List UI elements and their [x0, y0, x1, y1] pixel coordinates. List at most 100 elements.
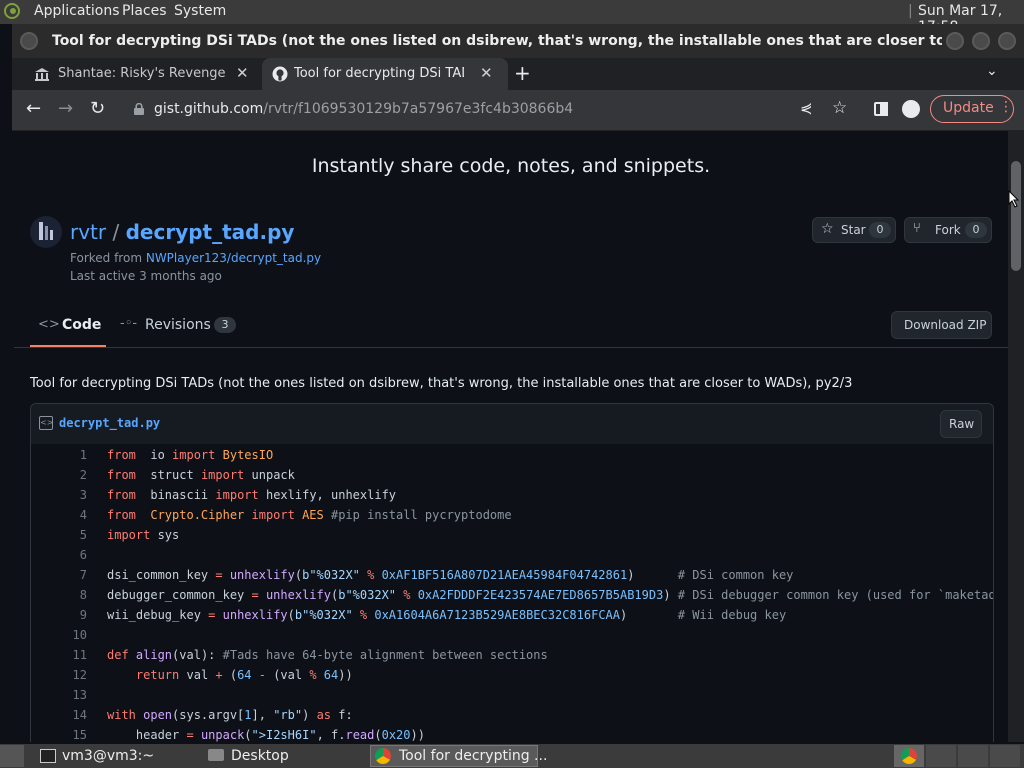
workspace-1[interactable] [894, 745, 924, 767]
line-number[interactable]: 15 [59, 728, 87, 742]
back-arrow-icon[interactable]: ← [26, 98, 41, 119]
forked-prefix: Forked from [70, 251, 143, 265]
taskbar-item-chrome[interactable]: Tool for decrypting ... [370, 745, 547, 767]
raw-button[interactable]: Raw [940, 410, 982, 438]
fork-count: 0 [965, 222, 987, 238]
update-label: Update [943, 100, 994, 116]
taskbar-label: vm3@vm3:~ [62, 748, 155, 764]
line-number[interactable]: 11 [59, 648, 87, 662]
active-tab-underline [30, 345, 106, 347]
chrome-menu-icon[interactable]: ⋮ [999, 99, 1013, 115]
share-icon[interactable]: ⋞ [800, 99, 813, 117]
taskbar-item-desktop[interactable]: Desktop [204, 745, 364, 767]
gist-description: Tool for decrypting DSi TADs (not the on… [30, 376, 853, 391]
forward-arrow-icon[interactable]: → [58, 98, 73, 119]
tab-close-icon[interactable]: ✕ [236, 64, 249, 82]
code-line: debugger_common_key = unhexlify(b"%032X"… [107, 588, 994, 602]
minimize-icon[interactable] [946, 32, 964, 50]
reload-icon[interactable]: ↻ [90, 98, 105, 119]
tab-close-icon[interactable]: ✕ [480, 64, 493, 82]
update-button[interactable]: Update ⋮ [930, 95, 1014, 123]
tab-revisions[interactable]: -◦- Revisions 3 [118, 309, 242, 347]
window-menu-icon[interactable] [20, 32, 38, 50]
panel-separator: | [908, 3, 913, 19]
tab-title: Shantae: Risky's Revenge Prof [58, 66, 228, 81]
line-number[interactable]: 14 [59, 708, 87, 722]
line-number[interactable]: 5 [59, 528, 87, 542]
fork-button[interactable]: ⑂ Fork 0 [904, 217, 992, 243]
profile-avatar-icon[interactable] [902, 100, 920, 118]
window-titlebar[interactable]: Tool for decrypting DSi TADs (not the on… [12, 24, 1024, 58]
download-zip-label: Download ZIP [904, 318, 987, 332]
tab-search-chevron-icon[interactable]: ⌄ [986, 63, 998, 79]
code-line: from io import BytesIO [107, 448, 274, 462]
forked-from-link[interactable]: NWPlayer123/decrypt_tad.py [146, 251, 321, 265]
line-number[interactable]: 9 [59, 608, 87, 622]
chrome-icon [901, 748, 917, 764]
page-scrollbar[interactable] [1008, 131, 1024, 742]
line-number[interactable]: 12 [59, 668, 87, 682]
tab-gist[interactable]: Tool for decrypting DSi TADs ( ✕ [262, 58, 508, 90]
taskbar-label: Tool for decrypting ... [399, 748, 548, 764]
tab-revisions-label: Revisions [145, 317, 211, 333]
owner-link[interactable]: rvtr [70, 220, 106, 244]
taskbar-item-terminal[interactable]: vm3@vm3:~ [36, 745, 196, 767]
line-number[interactable]: 7 [59, 568, 87, 582]
browser-toolbar: ← → ↻ gist.github.com/rvtr/f1069530129b7… [12, 90, 1024, 131]
line-number[interactable]: 8 [59, 588, 87, 602]
window-title: Tool for decrypting DSi TADs (not the on… [52, 33, 942, 49]
bottom-taskbar: vm3@vm3:~ Desktop Tool for decrypting ..… [0, 744, 1024, 768]
line-number[interactable]: 2 [59, 468, 87, 482]
code-line: from binascii import hexlify, unhexlify [107, 488, 397, 502]
revisions-count: 3 [214, 317, 236, 333]
new-tab-plus-icon[interactable]: + [514, 61, 531, 85]
workspace-3[interactable] [958, 745, 988, 767]
maximize-icon[interactable] [972, 32, 990, 50]
github-icon [272, 66, 288, 82]
lock-icon[interactable] [134, 103, 144, 115]
code-icon: <> [38, 317, 60, 332]
taskbar-label: Desktop [231, 748, 289, 764]
workspace-2[interactable] [926, 745, 956, 767]
code-listing: 1 from io import BytesIO 2 from struct impo… [31, 444, 993, 742]
distro-logo-icon[interactable] [4, 3, 20, 19]
line-number[interactable]: 13 [59, 688, 87, 702]
star-icon: ☆ [821, 221, 834, 237]
download-zip-button[interactable]: Download ZIP [891, 311, 992, 339]
line-number[interactable]: 6 [59, 548, 87, 562]
file-code-icon: <> [39, 416, 53, 430]
address-bar[interactable]: gist.github.com/rvtr/f1069530129b7a57967… [120, 94, 820, 124]
url-host: gist.github.com [154, 101, 264, 117]
star-button[interactable]: ☆ Star 0 [812, 217, 896, 243]
line-number[interactable]: 10 [59, 628, 87, 642]
mouse-cursor-icon [1008, 190, 1020, 208]
menu-places[interactable]: Places [122, 3, 167, 19]
menu-system[interactable]: System [174, 3, 226, 19]
folder-icon [208, 749, 224, 761]
museum-icon [35, 68, 49, 81]
close-window-icon[interactable] [998, 32, 1016, 50]
heading-separator: / [112, 220, 120, 244]
tab-strip: Shantae: Risky's Revenge Prof ✕ Tool for… [12, 58, 1024, 90]
show-desktop-icon[interactable] [0, 745, 24, 767]
code-line: def align(val): #Tads have 64-byte align… [107, 648, 548, 662]
line-number[interactable]: 1 [59, 448, 87, 462]
menu-applications[interactable]: Applications [34, 3, 120, 19]
tab-title: Tool for decrypting DSi TADs ( [294, 66, 464, 81]
workspace-4[interactable] [990, 745, 1020, 767]
file-name-link[interactable]: decrypt_tad.py [59, 416, 160, 430]
line-number[interactable]: 4 [59, 508, 87, 522]
bookmark-star-icon[interactable]: ☆ [832, 98, 847, 118]
url-path: /rvtr/f1069530129b7a57967e3fc4b30866b4 [263, 101, 574, 117]
star-count: 0 [869, 222, 891, 238]
top-panel: Applications Places System | Sun Mar 17,… [0, 0, 1024, 35]
tabs-divider [14, 347, 1008, 348]
scrollbar-thumb[interactable] [1011, 161, 1021, 271]
line-number[interactable]: 3 [59, 488, 87, 502]
avatar[interactable] [30, 216, 62, 248]
gist-filename-link[interactable]: decrypt_tad.py [126, 220, 295, 244]
tab-code[interactable]: <> Code [30, 309, 106, 347]
code-line: from struct import unpack [107, 468, 295, 482]
tab-shantae[interactable]: Shantae: Risky's Revenge Prof ✕ [26, 58, 258, 90]
tab-code-label: Code [62, 317, 102, 333]
